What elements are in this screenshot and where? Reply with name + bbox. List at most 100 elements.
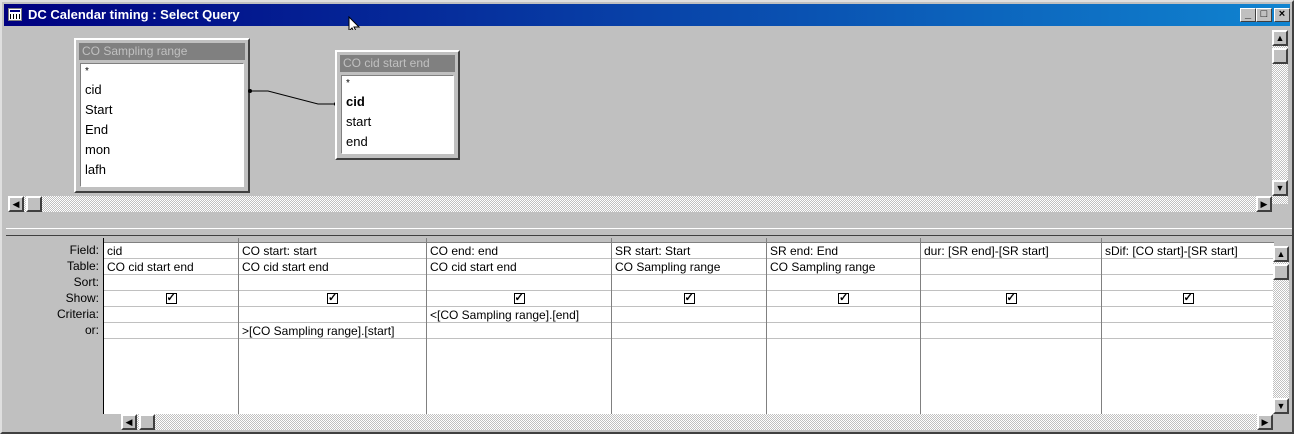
table-cell[interactable] — [1102, 259, 1274, 275]
field-item-mon[interactable]: mon — [81, 140, 243, 160]
sort-cell[interactable] — [612, 275, 766, 291]
row-label-sort: Sort: — [73, 275, 99, 289]
show-checkbox[interactable] — [513, 291, 525, 306]
scroll-down-icon[interactable]: ▼ — [1273, 398, 1289, 414]
table-box-title[interactable]: CO cid start end — [340, 55, 455, 72]
show-checkbox[interactable] — [165, 291, 177, 306]
or-cell[interactable] — [921, 323, 1101, 339]
show-checkbox[interactable] — [327, 291, 338, 306]
sort-cell[interactable] — [104, 275, 238, 291]
scroll-up-icon[interactable]: ▲ — [1273, 246, 1289, 262]
criteria-cell[interactable] — [1102, 307, 1274, 323]
row-label-field: Field: — [69, 243, 99, 257]
show-cell — [239, 291, 426, 307]
field-item-start[interactable]: Start — [81, 100, 243, 120]
or-cell[interactable] — [767, 323, 920, 339]
show-cell — [104, 291, 238, 307]
table-box-co-cid-start-end[interactable]: CO cid start end * cid start end — [335, 50, 460, 160]
sort-cell[interactable] — [1102, 275, 1274, 291]
criteria-cell[interactable] — [239, 307, 426, 323]
field-item-star[interactable]: * — [342, 76, 453, 92]
or-cell[interactable] — [612, 323, 766, 339]
row-label-criteria: Criteria: — [56, 307, 99, 321]
field-item-end[interactable]: end — [342, 132, 453, 152]
or-cell[interactable] — [427, 323, 611, 339]
show-checkbox[interactable] — [683, 291, 695, 306]
field-cell[interactable]: dur: [SR end]-[SR start] — [921, 243, 1101, 259]
or-cell[interactable] — [104, 323, 238, 339]
show-cell — [767, 291, 920, 307]
show-checkbox[interactable] — [1005, 291, 1017, 306]
sort-cell[interactable] — [921, 275, 1101, 291]
field-cell[interactable]: SR end: End — [767, 243, 920, 259]
table-cell[interactable] — [921, 259, 1101, 275]
scroll-left-icon[interactable]: ◀ — [121, 414, 137, 430]
table-box-title[interactable]: CO Sampling range — [79, 43, 245, 60]
show-cell — [612, 291, 766, 307]
join-line[interactable] — [248, 86, 340, 110]
field-item-lafh[interactable]: lafh — [81, 160, 243, 180]
sort-cell[interactable] — [427, 275, 611, 291]
criteria-cell[interactable] — [612, 307, 766, 323]
field-item-cid[interactable]: cid — [342, 92, 453, 112]
criteria-cell[interactable] — [921, 307, 1101, 323]
scroll-thumb[interactable] — [1272, 48, 1288, 64]
window-title: DC Calendar timing : Select Query — [28, 7, 240, 22]
field-item-cid[interactable]: cid — [81, 80, 243, 100]
design-grid-area: Field: Table: Sort: Show: Criteria: or: … — [8, 238, 1290, 432]
table-box-co-sampling-range[interactable]: CO Sampling range * cid Start End mon la… — [74, 38, 250, 193]
grid-column: SR end: End CO Sampling range — [767, 238, 921, 414]
field-item-end[interactable]: End — [81, 120, 243, 140]
show-cell — [427, 291, 611, 307]
scroll-right-icon[interactable]: ▶ — [1257, 414, 1273, 430]
table-cell[interactable]: CO Sampling range — [612, 259, 766, 275]
grid-horizontal-scrollbar[interactable]: ◀ ▶ — [121, 414, 1273, 430]
criteria-cell[interactable] — [104, 307, 238, 323]
scroll-down-icon[interactable]: ▼ — [1272, 180, 1288, 196]
maximize-button[interactable]: □ — [1256, 8, 1272, 22]
grid-column: CO end: end CO cid start end <[CO Sampli… — [427, 238, 612, 414]
title-bar[interactable]: DC Calendar timing : Select Query _ □ × — [4, 4, 1290, 26]
scroll-thumb[interactable] — [139, 414, 155, 430]
field-cell[interactable]: CO start: start — [239, 243, 426, 259]
query-window: DC Calendar timing : Select Query _ □ × … — [0, 0, 1294, 434]
row-label-or: or: — [84, 323, 99, 337]
grid-column: sDif: [CO start]-[SR start] — [1102, 238, 1274, 414]
show-checkbox[interactable] — [1182, 291, 1194, 306]
criteria-cell[interactable]: <[CO Sampling range].[end] — [427, 307, 611, 323]
grid-vertical-scrollbar[interactable]: ▲ ▼ — [1273, 246, 1289, 414]
scroll-thumb[interactable] — [1273, 264, 1289, 280]
scroll-up-icon[interactable]: ▲ — [1272, 30, 1288, 46]
field-item-star[interactable]: * — [81, 64, 243, 80]
field-item-start[interactable]: start — [342, 112, 453, 132]
query-icon — [8, 8, 22, 21]
criteria-cell[interactable] — [767, 307, 920, 323]
scroll-left-icon[interactable]: ◀ — [8, 196, 24, 212]
sort-cell[interactable] — [767, 275, 920, 291]
field-list: * cid Start End mon lafh — [80, 63, 244, 187]
row-label-table: Table: — [66, 259, 99, 273]
row-label-show: Show: — [65, 291, 99, 305]
scroll-right-icon[interactable]: ▶ — [1256, 196, 1272, 212]
field-cell[interactable]: CO end: end — [427, 243, 611, 259]
table-cell[interactable]: CO cid start end — [104, 259, 238, 275]
upper-horizontal-scrollbar[interactable]: ◀ ▶ — [8, 196, 1272, 212]
or-cell[interactable] — [1102, 323, 1274, 339]
scroll-thumb[interactable] — [26, 196, 42, 212]
grid-column: cid CO cid start end — [104, 238, 239, 414]
close-button[interactable]: × — [1274, 8, 1290, 22]
table-cell[interactable]: CO cid start end — [239, 259, 426, 275]
table-cell[interactable]: CO Sampling range — [767, 259, 920, 275]
grid-column: dur: [SR end]-[SR start] — [921, 238, 1102, 414]
minimize-button[interactable]: _ — [1240, 8, 1256, 22]
pane-splitter[interactable] — [6, 228, 1292, 236]
table-cell[interactable]: CO cid start end — [427, 259, 611, 275]
field-cell[interactable]: SR start: Start — [612, 243, 766, 259]
field-cell[interactable]: cid — [104, 243, 238, 259]
show-checkbox[interactable] — [838, 291, 849, 306]
or-cell[interactable]: >[CO Sampling range].[start] — [239, 323, 426, 339]
upper-vertical-scrollbar[interactable]: ▲ ▼ — [1272, 30, 1288, 204]
grid-column: SR start: Start CO Sampling range — [612, 238, 767, 414]
sort-cell[interactable] — [239, 275, 426, 291]
field-cell[interactable]: sDif: [CO start]-[SR start] — [1102, 243, 1274, 259]
